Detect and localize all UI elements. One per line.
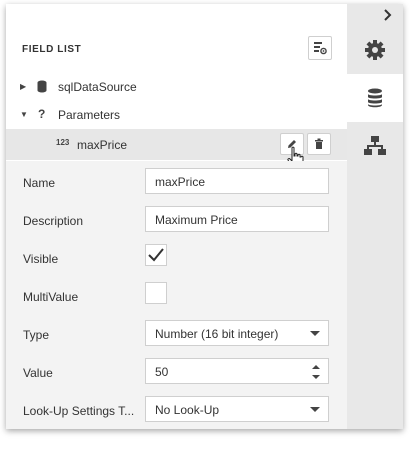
- side-tab-strip: [347, 4, 403, 429]
- hierarchy-icon: [364, 136, 386, 155]
- chevron-down-icon: [310, 407, 320, 412]
- parameters-settings-button[interactable]: [308, 36, 332, 60]
- property-label: MultiValue: [23, 290, 79, 304]
- property-label: Visible: [23, 252, 59, 266]
- numeric-type-icon: 123: [56, 138, 70, 147]
- database-icon: [368, 88, 382, 108]
- property-type-row: Type Number (16 bit integer): [6, 319, 347, 349]
- type-select-value: Number (16 bit integer): [155, 327, 279, 341]
- checkmark-icon: [148, 248, 164, 262]
- property-multivalue-row: MultiValue: [6, 281, 347, 311]
- question-mark-icon: ?: [38, 107, 46, 121]
- multivalue-checkbox[interactable]: [145, 282, 167, 304]
- lookup-settings-select[interactable]: No Look-Up: [145, 396, 329, 422]
- tab-properties[interactable]: [347, 26, 403, 74]
- property-name-row: Name maxPrice: [6, 167, 347, 197]
- name-field[interactable]: maxPrice: [145, 168, 329, 194]
- type-select[interactable]: Number (16 bit integer): [145, 320, 329, 346]
- delete-parameter-button[interactable]: [307, 133, 331, 155]
- tree-item-label: maxPrice: [77, 138, 128, 152]
- tree-item-label: sqlDataSource: [58, 80, 137, 94]
- description-field[interactable]: Maximum Price: [145, 206, 329, 232]
- value-spin-editor[interactable]: 50: [145, 358, 329, 384]
- value-spin-value: 50: [155, 365, 169, 379]
- property-label: Look-Up Settings T...: [23, 404, 135, 418]
- trash-icon: [315, 138, 323, 149]
- tree-item-sqldatasource[interactable]: ▶ sqlDataSource: [6, 73, 347, 101]
- property-label: Type: [23, 328, 50, 342]
- database-icon: [37, 80, 47, 93]
- chevron-right-icon[interactable]: [381, 8, 395, 22]
- add-parameter-icon: [314, 42, 327, 55]
- properties-grid: Name maxPrice Description Maximum Price …: [6, 161, 347, 429]
- tab-field-list[interactable]: [347, 74, 403, 122]
- visible-checkbox[interactable]: [145, 244, 167, 266]
- expand-arrow-icon[interactable]: ▶: [20, 82, 26, 91]
- field-list-panel: FIELD LIST ▶ sqlDataSource ▼ ? Parameter…: [6, 4, 403, 429]
- property-label: Description: [23, 214, 84, 228]
- collapse-arrow-icon[interactable]: ▼: [20, 110, 28, 119]
- property-value-row: Value 50: [6, 357, 347, 387]
- property-description-row: Description Maximum Price: [6, 205, 347, 235]
- tab-report-explorer[interactable]: [347, 122, 403, 170]
- field-list-main: FIELD LIST ▶ sqlDataSource ▼ ? Parameter…: [6, 4, 347, 429]
- property-lookup-row: Look-Up Settings T... No Look-Up: [6, 395, 347, 425]
- property-visible-row: Visible: [6, 243, 347, 273]
- panel-header: FIELD LIST: [6, 32, 347, 68]
- property-label: Name: [23, 176, 56, 190]
- tree-item-label: Parameters: [58, 108, 121, 122]
- property-label: Value: [23, 366, 53, 380]
- panel-title: FIELD LIST: [22, 44, 82, 55]
- tree-item-parameters[interactable]: ▼ ? Parameters: [6, 101, 347, 129]
- tree-item-maxprice[interactable]: 123 maxPrice: [6, 129, 347, 169]
- chevron-down-icon: [310, 331, 320, 336]
- lookup-select-value: No Look-Up: [155, 403, 220, 417]
- spin-buttons-icon[interactable]: [311, 363, 321, 381]
- gear-icon: [365, 40, 385, 60]
